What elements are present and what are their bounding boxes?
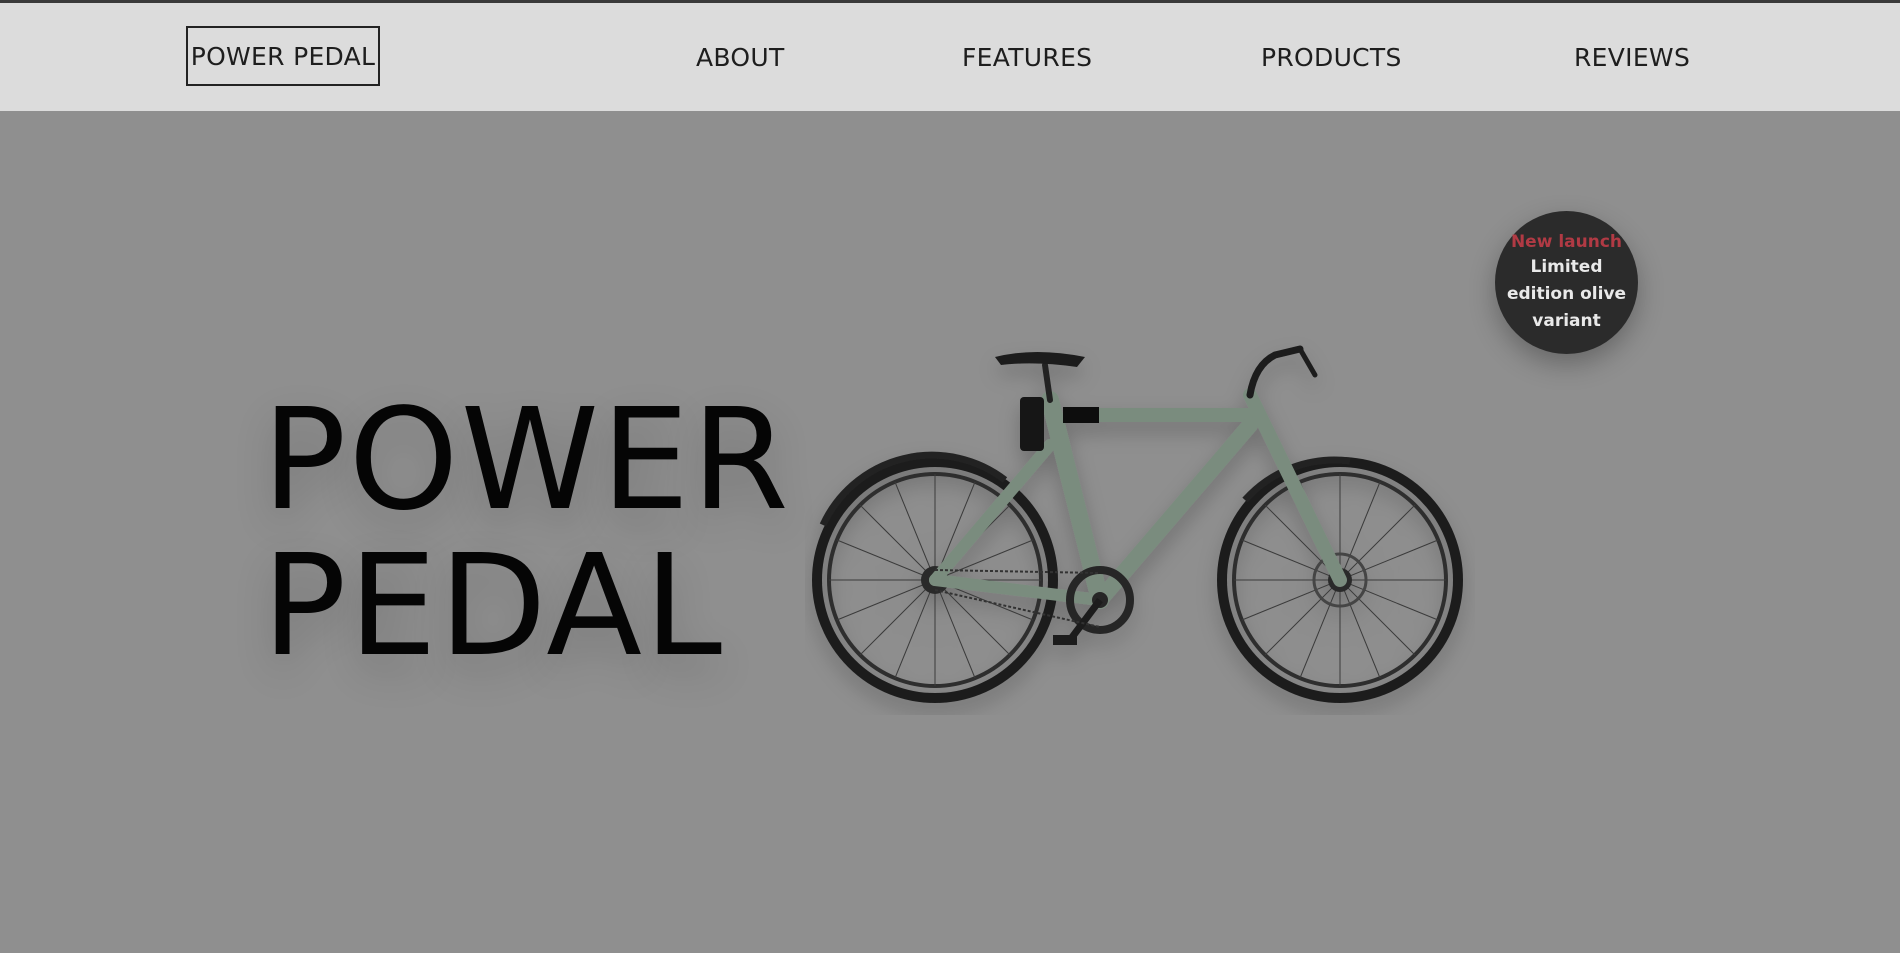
nav-link-products[interactable]: PRODUCTS xyxy=(1261,43,1402,73)
new-launch-badge: New launch Limited edition olive variant xyxy=(1495,211,1638,354)
hero-title: POWER PEDAL xyxy=(262,388,791,680)
hero-title-line-2: PEDAL xyxy=(262,525,724,688)
navbar: POWER PEDAL ABOUT FEATURES PRODUCTS REVI… xyxy=(0,3,1900,111)
hero-title-line-1: POWER xyxy=(262,379,791,542)
badge-title: New launch xyxy=(1510,232,1623,252)
nav-link-reviews[interactable]: REVIEWS xyxy=(1574,43,1690,73)
olive-electric-bike-image xyxy=(812,345,1463,703)
nav-link-features[interactable]: FEATURES xyxy=(962,43,1092,73)
brand-logo-link[interactable]: POWER PEDAL xyxy=(186,26,380,86)
badge-line-1: Limited xyxy=(1530,257,1603,277)
nav-link-about[interactable]: ABOUT xyxy=(696,43,785,73)
badge-line-3: variant xyxy=(1532,311,1601,331)
badge-line-2: edition olive xyxy=(1506,284,1627,304)
